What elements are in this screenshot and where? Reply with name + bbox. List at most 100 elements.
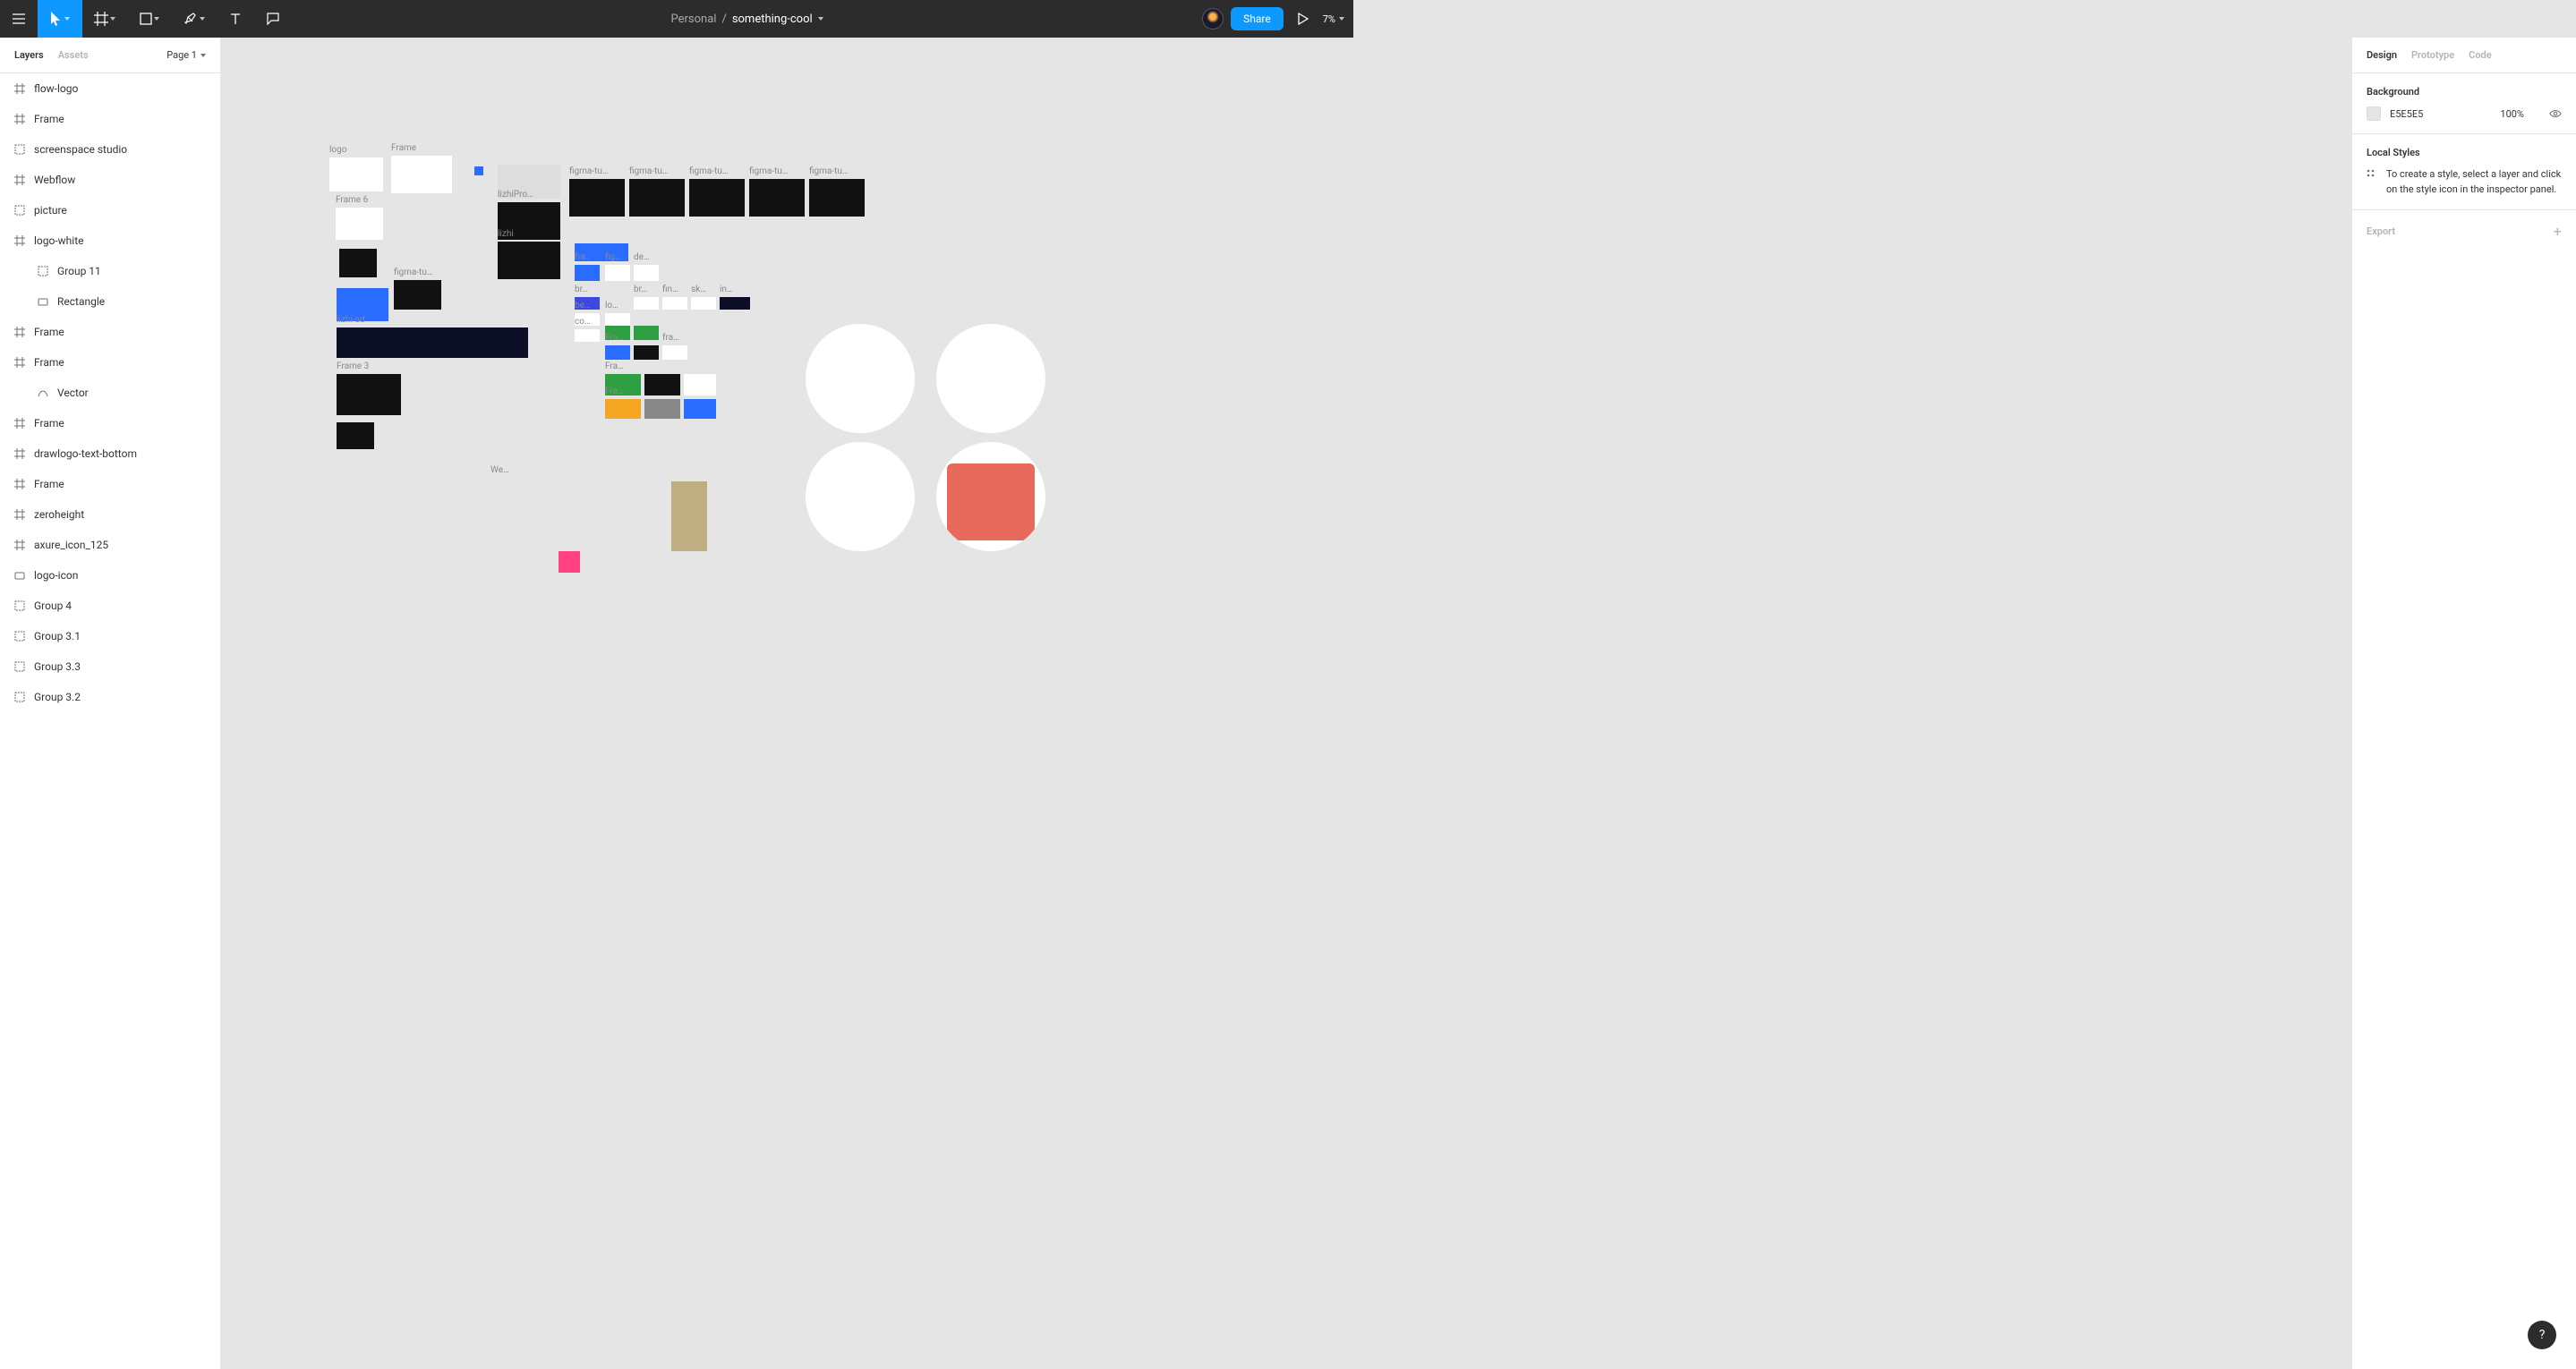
add-export-button[interactable]: +	[2554, 223, 2562, 240]
canvas-frame[interactable]	[634, 345, 659, 360]
layer-item[interactable]: drawlogo-text-bottom	[0, 438, 220, 469]
layer-item[interactable]: flow-logo	[0, 73, 220, 104]
canvas-frame[interactable]: figma-tu…	[809, 179, 865, 217]
layer-item[interactable]: zeroheight	[0, 499, 220, 530]
canvas-frame[interactable]: de…	[634, 265, 659, 281]
layer-item[interactable]: Group 3.1	[0, 621, 220, 651]
canvas-frame[interactable]: lo…	[605, 313, 630, 326]
canvas-frame[interactable]: figma-tu…	[629, 179, 685, 217]
layer-item[interactable]: Group 3.2	[0, 682, 220, 712]
canvas-frame[interactable]: figma-tu…	[749, 179, 805, 217]
canvas-frame[interactable]	[671, 481, 707, 551]
local-styles-title: Local Styles	[2367, 147, 2562, 158]
layer-item[interactable]: Frame	[0, 469, 220, 499]
pen-tool-button[interactable]	[172, 0, 217, 38]
layer-item[interactable]: Rectangle	[0, 286, 220, 317]
canvas-frame[interactable]	[559, 551, 580, 573]
canvas-frame[interactable]	[634, 326, 659, 340]
canvas-frame[interactable]: figma-tu…	[394, 280, 441, 310]
design-tab[interactable]: Design	[2367, 49, 2397, 61]
hamburger-icon	[13, 13, 25, 24]
canvas-frame[interactable]	[339, 249, 377, 277]
canvas-frame[interactable]	[806, 324, 915, 433]
canvas-frame[interactable]: fra…	[662, 345, 687, 360]
layer-item[interactable]: Frame	[0, 347, 220, 378]
canvas-frame[interactable]: lizhi-ad	[337, 327, 528, 358]
background-section: Background E5E5E5 100%	[2352, 73, 2576, 134]
zoom-dropdown[interactable]: 7%	[1323, 13, 1344, 25]
canvas-frame[interactable]: Frame 6	[336, 208, 383, 240]
share-button[interactable]: Share	[1231, 7, 1284, 30]
layer-item[interactable]: Group 11	[0, 256, 220, 286]
layer-item[interactable]: Frame	[0, 104, 220, 134]
layer-item[interactable]: Group 4	[0, 591, 220, 621]
layer-item[interactable]: Vector	[0, 378, 220, 408]
local-styles-help-text: To create a style, select a layer and cl…	[2386, 167, 2562, 197]
canvas-frame[interactable]	[684, 399, 716, 419]
layer-label: Group 3.3	[34, 660, 81, 673]
canvas-frame[interactable]: logo	[329, 157, 383, 191]
canvas-frame[interactable]: figma-tu…	[569, 179, 625, 217]
canvas[interactable]: logoFrameFrame 6 figma-tu… lizhi-ad Frame 3…	[221, 38, 2351, 1369]
user-avatar[interactable]	[1202, 8, 1224, 30]
shape-tool-button[interactable]	[127, 0, 172, 38]
layer-item[interactable]: axure_icon_125	[0, 530, 220, 560]
frame-label: fig…	[605, 252, 621, 262]
canvas-frame[interactable]	[741, 363, 791, 374]
layer-item[interactable]: Frame	[0, 408, 220, 438]
canvas-frame[interactable]	[806, 442, 915, 551]
layers-list[interactable]: flow-logoFramescreenspace studioWebflowp…	[0, 73, 220, 1369]
canvas-frame[interactable]	[644, 399, 680, 419]
canvas-frame[interactable]: sk…	[691, 297, 716, 310]
canvas-frame[interactable]: Fra…	[605, 399, 641, 419]
canvas-frame[interactable]: in…	[720, 297, 750, 310]
canvas-frame[interactable]: br…	[634, 297, 659, 310]
canvas-frame[interactable]: fra…	[575, 265, 600, 281]
local-styles-help: To create a style, select a layer and cl…	[2367, 167, 2562, 197]
canvas-frame[interactable]	[474, 166, 483, 175]
canvas-frame[interactable]: figma-tu…	[689, 179, 745, 217]
toolbar-title-area[interactable]: Personal / something-cool	[292, 0, 1202, 38]
prototype-tab[interactable]: Prototype	[2411, 49, 2454, 61]
canvas-frame[interactable]	[936, 324, 1045, 433]
canvas-frame[interactable]: Fra…	[605, 345, 630, 360]
layer-item[interactable]: Frame	[0, 317, 220, 347]
present-button[interactable]	[1291, 13, 1316, 25]
canvas-frame[interactable]: fig…	[605, 265, 630, 281]
move-tool-button[interactable]	[38, 0, 82, 38]
canvas-frame[interactable]	[439, 211, 469, 236]
canvas-frame[interactable]	[684, 374, 716, 395]
layer-item[interactable]: Group 3.3	[0, 651, 220, 682]
layer-item[interactable]: screenspace studio	[0, 134, 220, 165]
text-tool-button[interactable]	[217, 0, 254, 38]
frame-tool-button[interactable]	[82, 0, 127, 38]
layers-tab[interactable]: Layers	[14, 49, 44, 61]
canvas-frame[interactable]	[337, 422, 374, 449]
layer-item[interactable]: logo-icon	[0, 560, 220, 591]
code-tab[interactable]: Code	[2469, 49, 2492, 61]
canvas-frame[interactable]: fin…	[662, 297, 687, 310]
page-selector[interactable]: Page 1	[166, 49, 206, 61]
background-opacity[interactable]: 100%	[2500, 108, 2524, 120]
canvas-frame[interactable]: We…	[490, 478, 598, 542]
right-panel: Design Prototype Code Background E5E5E5 …	[2351, 38, 2576, 1369]
layer-item[interactable]: Webflow	[0, 165, 220, 195]
assets-tab[interactable]: Assets	[58, 49, 89, 61]
canvas-frame[interactable]: lizhi	[498, 242, 560, 279]
background-row[interactable]: E5E5E5 100%	[2367, 106, 2562, 121]
background-hex[interactable]: E5E5E5	[2390, 108, 2491, 120]
comment-tool-button[interactable]	[254, 0, 292, 38]
help-button[interactable]: ?	[2528, 1321, 2556, 1349]
main-menu-button[interactable]	[0, 0, 38, 38]
layer-item[interactable]: picture	[0, 195, 220, 225]
canvas-frame[interactable]: Frame	[391, 156, 452, 193]
canvas-frame[interactable]	[644, 374, 680, 395]
layer-item[interactable]: logo-white	[0, 225, 220, 256]
canvas-frame[interactable]	[936, 442, 1045, 551]
visibility-icon[interactable]	[2549, 107, 2562, 120]
canvas-frame[interactable]	[392, 211, 433, 242]
background-swatch[interactable]	[2367, 106, 2381, 121]
canvas-frame[interactable]	[741, 381, 791, 392]
canvas-frame[interactable]: co…	[575, 329, 600, 342]
canvas-frame[interactable]: Frame 3	[337, 374, 401, 415]
